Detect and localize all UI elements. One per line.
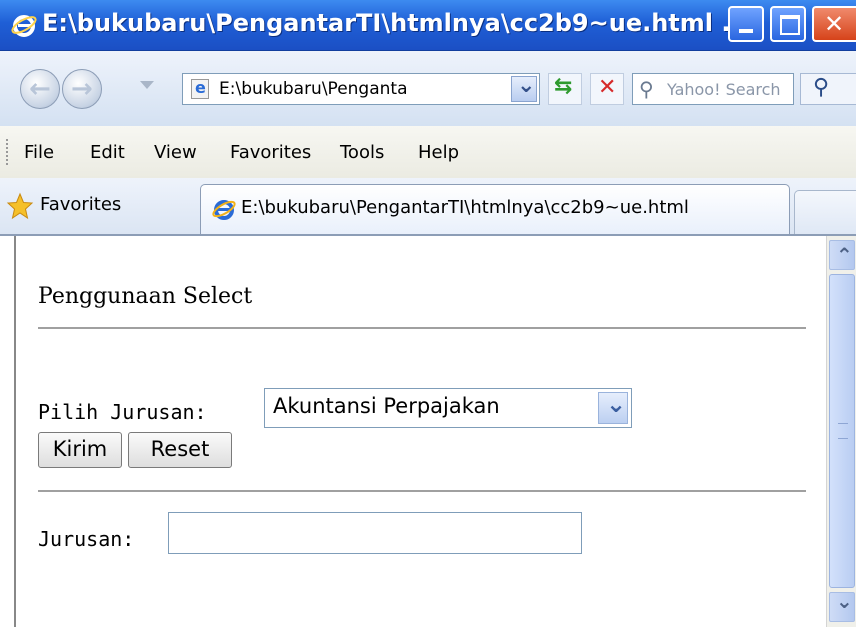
scroll-down-button[interactable] [829, 589, 855, 622]
menu-favorites[interactable]: Favorites [230, 142, 311, 163]
toolbar-grip[interactable] [6, 139, 11, 165]
close-button[interactable] [812, 6, 856, 42]
scroll-grip [838, 423, 848, 439]
output-label: Jurusan: [38, 527, 135, 551]
menu-tools[interactable]: Tools [340, 142, 384, 163]
tab-title: E:\bukubaru\PengantarTI\htmlnya\cc2b9~ue… [241, 197, 689, 218]
search-placeholder: Yahoo! Search [667, 80, 781, 99]
search-icon: ⚲ [639, 77, 654, 101]
jurusan-select[interactable]: Akuntansi Perpajakan [264, 388, 632, 428]
jurusan-output-field[interactable] [168, 512, 582, 554]
favorites-bar: Favorites E:\bukubaru\PengantarTI\htmlny… [0, 178, 856, 236]
window-title: E:\bukubaru\PengantarTI\htmlnya\cc2b9~ue… [42, 9, 749, 37]
submit-button[interactable]: Kirim [38, 432, 122, 468]
address-dropdown-button[interactable] [511, 73, 537, 102]
search-input[interactable]: ⚲ Yahoo! Search [632, 73, 794, 105]
menu-bar: File Edit View Favorites Tools Help [0, 126, 856, 179]
select-selected-value: Akuntansi Perpajakan [273, 394, 500, 418]
back-button[interactable] [20, 69, 60, 109]
internet-explorer-icon [212, 200, 236, 220]
menu-edit[interactable]: Edit [90, 142, 125, 163]
forward-button[interactable] [62, 69, 102, 109]
favorites-star-icon [6, 192, 34, 220]
search-button[interactable]: ⚲ [800, 73, 856, 105]
divider [38, 327, 806, 329]
vertical-scrollbar[interactable] [826, 236, 856, 627]
new-tab-button[interactable] [794, 190, 856, 234]
page-icon [191, 78, 209, 99]
address-bar[interactable]: E:\bukubaru\Penganta [182, 73, 540, 105]
menu-file[interactable]: File [24, 142, 54, 163]
search-icon: ⚲ [813, 75, 830, 100]
scroll-up-button[interactable] [829, 240, 855, 270]
address-text[interactable]: E:\bukubaru\Penganta [219, 79, 491, 99]
stop-button[interactable] [590, 73, 624, 105]
select-label: Pilih Jurusan: [38, 400, 207, 424]
divider [38, 490, 806, 492]
refresh-button[interactable] [548, 73, 582, 105]
page-content: Penggunaan Select Pilih Jurusan: Akuntan… [14, 236, 826, 627]
internet-explorer-icon [11, 15, 37, 37]
favorites-button[interactable]: Favorites [40, 194, 121, 215]
title-bar[interactable]: E:\bukubaru\PengantarTI\htmlnya\cc2b9~ue… [0, 0, 856, 51]
scroll-thumb[interactable] [829, 274, 855, 588]
tab-current-page[interactable]: E:\bukubaru\PengantarTI\htmlnya\cc2b9~ue… [200, 184, 790, 234]
chevron-down-icon[interactable] [598, 390, 628, 424]
page-heading: Penggunaan Select [38, 284, 253, 309]
minimize-button[interactable] [728, 6, 764, 42]
reset-button[interactable]: Reset [128, 432, 232, 468]
menu-help[interactable]: Help [418, 142, 459, 163]
maximize-button[interactable] [770, 6, 806, 42]
recent-pages-dropdown-icon[interactable] [140, 81, 154, 89]
menu-view[interactable]: View [154, 142, 197, 163]
navigation-bar: E:\bukubaru\Penganta ⚲ Yahoo! Search ⚲ [0, 51, 856, 126]
